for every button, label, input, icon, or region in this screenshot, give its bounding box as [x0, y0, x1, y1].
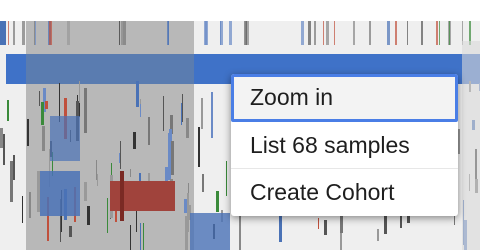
sample-bar [87, 206, 90, 225]
create-cohort-item[interactable]: Create Cohort [231, 169, 458, 216]
sample-bar [130, 225, 131, 250]
sample-bar [377, 229, 379, 241]
sample-bar [369, 21, 371, 45]
sample-bar [148, 117, 150, 145]
sample-bar [314, 21, 316, 45]
sample-bar [318, 218, 319, 229]
sample-bar [220, 21, 223, 45]
sample-bar [37, 171, 40, 212]
sample-bar [7, 100, 9, 121]
context-menu: Zoom in List 68 samples Create Cohort [231, 74, 458, 216]
sample-bar [84, 182, 87, 201]
sample-bar [186, 118, 189, 138]
sample-bar [334, 21, 335, 45]
sample-bar [439, 21, 440, 45]
sample-bar [69, 226, 72, 237]
sample-bar [97, 174, 98, 186]
zoom-in-item[interactable]: Zoom in [231, 74, 458, 122]
sample-bar [163, 96, 164, 131]
sample-bar [140, 223, 141, 250]
sample-bar [67, 21, 70, 45]
sample-bar [119, 153, 120, 163]
sample-bar [323, 21, 324, 45]
sample-bar [168, 133, 171, 180]
list-samples-item[interactable]: List 68 samples [231, 122, 458, 169]
sample-bar [49, 21, 52, 45]
sample-bar [458, 129, 460, 154]
sample-bar [239, 216, 241, 250]
mutation-cluster [190, 213, 230, 250]
sample-bar [202, 174, 204, 192]
mutation-cluster [50, 116, 80, 161]
sample-bar [34, 21, 35, 45]
sample-bar [308, 21, 311, 45]
row-selection-overlap [26, 54, 194, 84]
sample-bar [27, 119, 29, 146]
sample-bar [107, 198, 108, 233]
sample-bar [123, 21, 126, 45]
sample-bar [42, 126, 45, 151]
sample-bar [198, 127, 200, 167]
sample-bar [226, 161, 227, 196]
mutation-cluster [110, 181, 175, 211]
sample-bar [449, 21, 450, 45]
sample-bar [407, 21, 408, 45]
sample-bar [143, 223, 144, 250]
sample-bar [0, 128, 3, 148]
mutation-cluster [40, 171, 80, 216]
sample-bar [229, 21, 232, 45]
sample-bar [436, 21, 438, 45]
sample-bar [182, 94, 183, 122]
sample-bar [184, 199, 187, 213]
sample-bar [301, 21, 304, 45]
sample-bar [387, 21, 390, 45]
sample-bar [136, 81, 139, 107]
sample-bar [3, 134, 5, 165]
sample-bar [353, 21, 355, 45]
sample-bar [140, 104, 141, 117]
sample-bar [120, 141, 121, 169]
sample-bar [216, 191, 219, 212]
sample-bar [395, 21, 397, 45]
sample-bar [201, 98, 203, 129]
sample-bar [121, 21, 123, 45]
sample-bar [41, 102, 44, 125]
sample-bar [244, 21, 245, 45]
sample-bar [181, 103, 182, 125]
sample-bar [462, 41, 480, 250]
sample-bar [119, 21, 120, 45]
sample-bar [22, 196, 23, 223]
sample-bar [45, 101, 48, 109]
sample-bar [211, 92, 213, 138]
sample-bar [22, 21, 25, 45]
sample-bar [8, 21, 9, 45]
sample-bar [168, 21, 169, 45]
sample-bar [185, 216, 188, 250]
sample-bar [29, 192, 31, 218]
sample-bar [0, 21, 6, 45]
sample-bar [130, 169, 131, 177]
sample-bar [326, 21, 329, 45]
sample-bar [84, 88, 87, 133]
sample-bar [205, 21, 208, 45]
sample-bar [13, 155, 15, 180]
sample-bar [35, 21, 36, 45]
sample-bar [96, 160, 97, 180]
sample-bar [421, 21, 423, 45]
mutation-cluster [120, 171, 124, 221]
sample-bar [13, 21, 15, 45]
sample-bar [39, 91, 40, 106]
sample-bar [324, 220, 327, 235]
sample-bar [133, 132, 136, 149]
sample-bar [10, 161, 13, 202]
sample-bar [79, 103, 80, 117]
sample-bar [171, 141, 174, 175]
